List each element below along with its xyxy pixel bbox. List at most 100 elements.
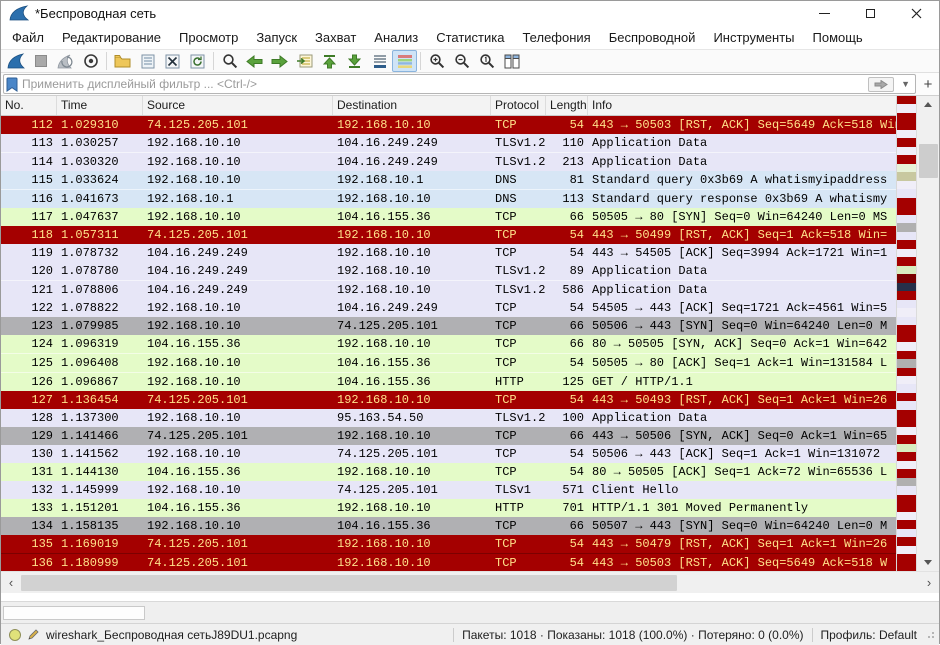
packet-row[interactable]: 1191.078732104.16.249.249192.168.10.10TC… (1, 244, 896, 262)
resize-grip[interactable] (927, 631, 935, 639)
packet-row[interactable]: 1241.096319104.16.155.36192.168.10.10TCP… (1, 335, 896, 353)
add-filter-button-button[interactable]: + (919, 76, 937, 93)
minimap-stripe (897, 384, 916, 392)
intelligent-scrollbar-minimap[interactable] (896, 96, 916, 571)
col-header-info[interactable]: Info (588, 96, 896, 115)
vertical-scrollbar[interactable] (916, 96, 939, 571)
packet-row[interactable]: 1331.151201104.16.155.36192.168.10.10HTT… (1, 499, 896, 517)
cell-no: 114 (1, 153, 57, 171)
packet-row[interactable]: 1301.141562192.168.10.1074.125.205.101TC… (1, 445, 896, 463)
packet-row[interactable]: 1281.137300192.168.10.1095.163.54.50TLSv… (1, 409, 896, 427)
capture-comment-pencil-icon[interactable] (27, 628, 40, 641)
profile-label[interactable]: Профиль: Default (821, 628, 918, 642)
reload-file-button[interactable] (185, 50, 210, 72)
packet-row[interactable]: 1261.096867192.168.10.10104.16.155.36HTT… (1, 372, 896, 391)
packet-row[interactable]: 1321.145999192.168.10.1074.125.205.101TL… (1, 481, 896, 499)
save-file-button[interactable] (135, 50, 160, 72)
col-header-no[interactable]: No. (1, 96, 57, 115)
col-header-time[interactable]: Time (57, 96, 143, 115)
cell-len: 54 (546, 226, 588, 244)
last-packet-button[interactable] (342, 50, 367, 72)
packet-row[interactable]: 1311.144130104.16.155.36192.168.10.10TCP… (1, 463, 896, 481)
zoom-in-button[interactable] (424, 50, 449, 72)
menu-item-9[interactable]: Инструменты (704, 27, 803, 48)
zoom-out-button[interactable] (449, 50, 474, 72)
scroll-up-button[interactable] (917, 96, 939, 113)
menu-item-8[interactable]: Беспроводной (600, 27, 705, 48)
resize-columns-button[interactable] (499, 50, 524, 72)
minimize-button[interactable] (801, 1, 847, 25)
packet-row[interactable]: 1121.02931074.125.205.101192.168.10.10TC… (1, 116, 896, 134)
packet-row[interactable]: 1231.079985192.168.10.1074.125.205.101TC… (1, 317, 896, 335)
apply-filter-button[interactable] (868, 77, 894, 92)
close-file-button[interactable] (160, 50, 185, 72)
stop-capture-button[interactable] (28, 50, 53, 72)
packet-row[interactable]: 1221.078822192.168.10.10104.16.249.249TC… (1, 299, 896, 317)
packet-row[interactable]: 1181.05731174.125.205.101192.168.10.10TC… (1, 226, 896, 244)
packet-row[interactable]: 1131.030257192.168.10.10104.16.249.249TL… (1, 134, 896, 152)
cell-src: 192.168.10.10 (143, 354, 333, 372)
minimap-stripe (897, 113, 916, 121)
cell-proto: TCP (491, 208, 546, 226)
menu-item-10[interactable]: Помощь (804, 27, 872, 48)
packet-row[interactable]: 1251.096408192.168.10.10104.16.155.36TCP… (1, 353, 896, 372)
menu-item-5[interactable]: Анализ (365, 27, 427, 48)
expert-info-icon[interactable] (9, 629, 21, 641)
menu-item-6[interactable]: Статистика (427, 27, 513, 48)
col-header-source[interactable]: Source (143, 96, 333, 115)
display-filter-field[interactable]: ▼ (3, 74, 916, 94)
packet-row[interactable]: 1291.14146674.125.205.101192.168.10.10TC… (1, 427, 896, 445)
maximize-button[interactable] (847, 1, 893, 25)
cell-len: 66 (546, 335, 588, 353)
go-forward-button[interactable] (267, 50, 292, 72)
horizontal-scrollbar-track[interactable] (21, 574, 919, 592)
vertical-scrollbar-thumb[interactable] (919, 144, 938, 178)
minimap-stripe (897, 215, 916, 223)
menu-item-4[interactable]: Захват (306, 27, 365, 48)
scroll-down-button[interactable] (917, 554, 939, 571)
cell-no: 129 (1, 427, 57, 445)
auto-scroll-button[interactable] (367, 50, 392, 72)
packet-row[interactable]: 1341.158135192.168.10.10104.16.155.36TCP… (1, 517, 896, 535)
packet-row[interactable]: 1201.078780104.16.249.249192.168.10.10TL… (1, 262, 896, 280)
restart-capture-button[interactable] (53, 50, 78, 72)
menu-item-7[interactable]: Телефония (513, 27, 599, 48)
packet-row[interactable]: 1361.18099974.125.205.101192.168.10.10TC… (1, 553, 896, 572)
col-header-protocol[interactable]: Protocol (491, 96, 546, 115)
packet-row[interactable]: 1271.13645474.125.205.101192.168.10.10TC… (1, 391, 896, 409)
cell-info: Application Data (588, 409, 896, 427)
packet-row[interactable]: 1161.041673192.168.10.1192.168.10.10DNS1… (1, 189, 896, 208)
filter-bookmark-icon[interactable] (6, 77, 18, 92)
col-header-length[interactable]: Length (546, 96, 588, 115)
find-packet-button[interactable] (217, 50, 242, 72)
close-button[interactable] (893, 1, 939, 25)
zoom-original-button[interactable] (474, 50, 499, 72)
go-to-packet-button[interactable] (292, 50, 317, 72)
go-back-button[interactable] (242, 50, 267, 72)
colorize-packets-button[interactable] (392, 50, 417, 72)
packet-row[interactable]: 1351.16901974.125.205.101192.168.10.10TC… (1, 535, 896, 553)
menu-item-2[interactable]: Просмотр (170, 27, 247, 48)
scroll-right-button[interactable]: › (919, 575, 939, 590)
horizontal-scrollbar-thumb[interactable] (21, 575, 677, 591)
display-filter-input[interactable] (22, 77, 864, 91)
capture-filename[interactable]: wireshark_Беспроводная сетьJ89DU1.pcapng (46, 628, 297, 642)
horizontal-scrollbar[interactable]: ‹ › (1, 571, 939, 593)
menu-item-1[interactable]: Редактирование (53, 27, 170, 48)
packet-row[interactable]: 1211.078806104.16.249.249192.168.10.10TL… (1, 280, 896, 299)
first-packet-button[interactable] (317, 50, 342, 72)
col-header-destination[interactable]: Destination (333, 96, 491, 115)
detail-pane-scrollbar[interactable] (3, 606, 145, 620)
cell-dst: 74.125.205.101 (333, 445, 491, 463)
packet-row[interactable]: 1151.033624192.168.10.10192.168.10.1DNS8… (1, 171, 896, 189)
menu-item-3[interactable]: Запуск (247, 27, 306, 48)
cell-no: 124 (1, 335, 57, 353)
start-capture-button[interactable] (3, 50, 28, 72)
menu-item-0[interactable]: Файл (3, 27, 53, 48)
open-file-button[interactable] (110, 50, 135, 72)
packet-row[interactable]: 1171.047637192.168.10.10104.16.155.36TCP… (1, 208, 896, 226)
filter-dropdown-caret[interactable]: ▼ (898, 79, 913, 89)
capture-options-button[interactable] (78, 50, 103, 72)
scroll-left-button[interactable]: ‹ (1, 575, 21, 590)
packet-row[interactable]: 1141.030320192.168.10.10104.16.249.249TL… (1, 152, 896, 171)
